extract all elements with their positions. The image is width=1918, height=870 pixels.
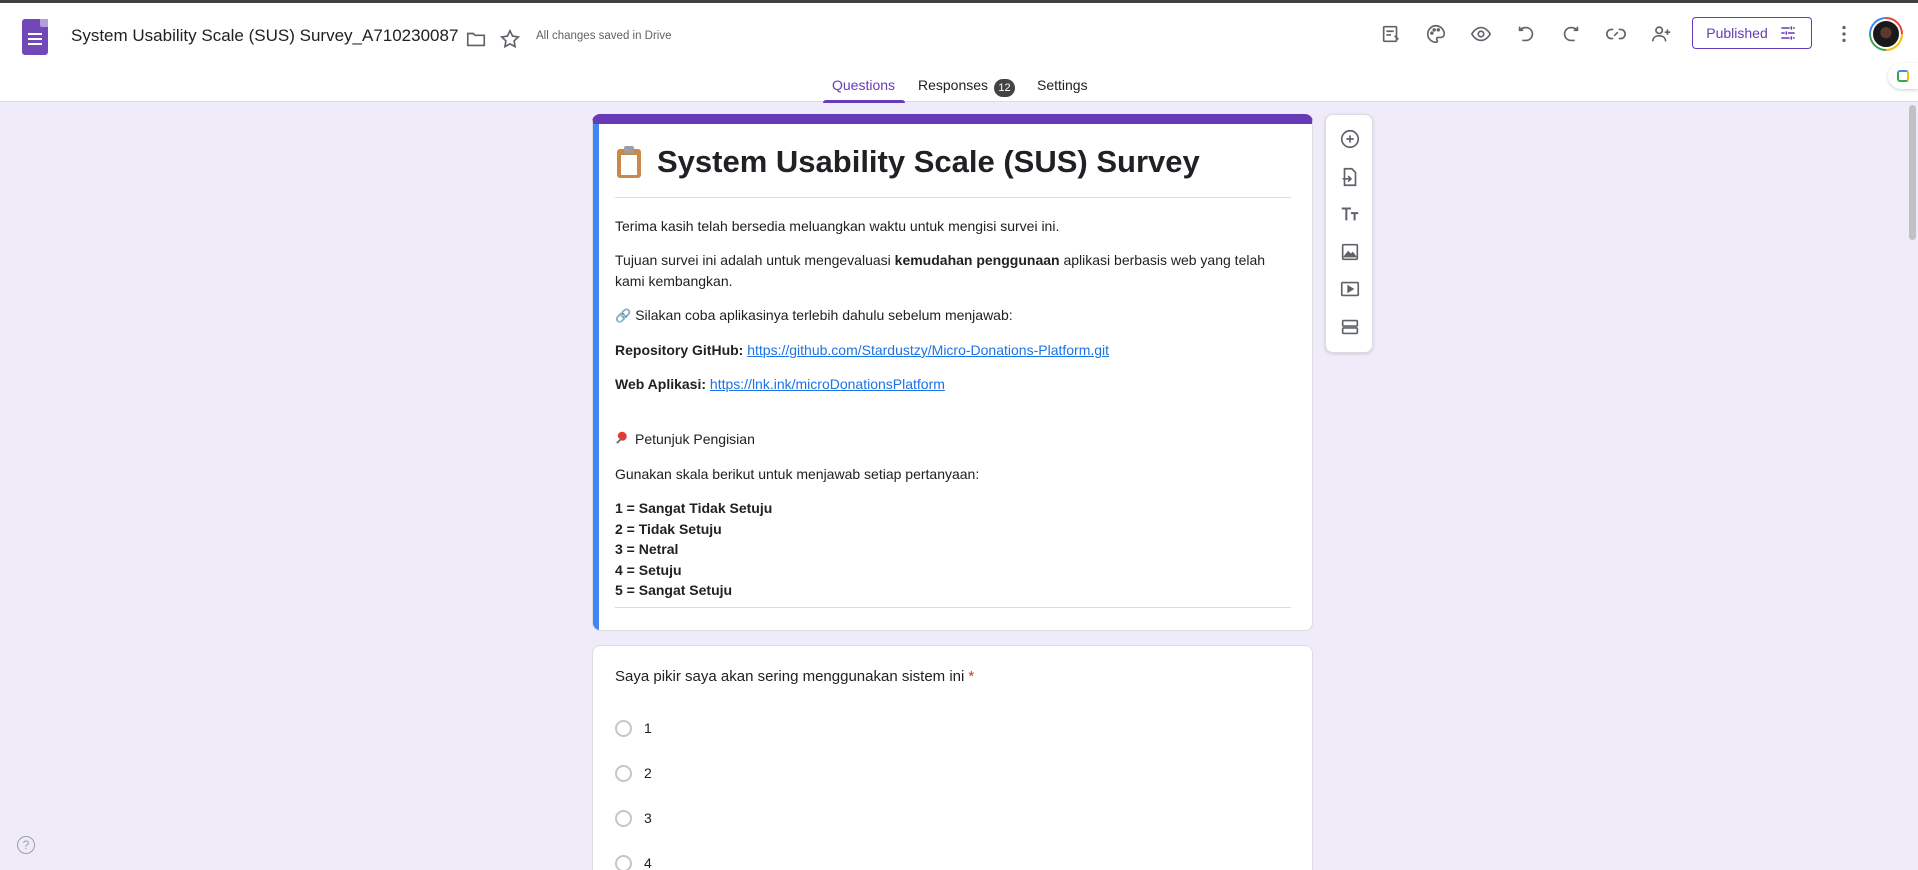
preview-icon[interactable] — [1463, 16, 1499, 52]
document-title[interactable]: System Usability Scale (SUS) Survey_A710… — [71, 26, 458, 46]
page-scrollbar[interactable] — [1907, 103, 1918, 870]
redo-icon[interactable] — [1553, 16, 1589, 52]
clipboard-emoji-icon — [615, 145, 643, 179]
help-icon[interactable]: ? — [17, 836, 35, 854]
radio-button[interactable] — [615, 854, 632, 870]
desc-purpose: Tujuan survei ini adalah untuk mengevalu… — [615, 252, 1266, 289]
add-collaborator-icon[interactable] — [1643, 16, 1679, 52]
star-icon[interactable] — [492, 21, 528, 57]
radio-button[interactable] — [615, 719, 632, 737]
form-title-text: System Usability Scale (SUS) Survey — [657, 144, 1200, 179]
scale-item: 5 = Sangat Setuju — [615, 582, 733, 598]
published-button[interactable]: Published — [1692, 17, 1812, 49]
tab-responses[interactable]: Responses — [918, 77, 988, 93]
header: System Usability Scale (SUS) Survey_A710… — [0, 3, 1918, 103]
desc-try-app: 🔗 Silakan coba aplikasinya terlebih dahul… — [615, 305, 1291, 326]
scale-item: 4 = Setuju — [615, 561, 682, 578]
customize-theme-icon[interactable] — [1373, 16, 1409, 52]
form-header-card[interactable]: System Usability Scale (SUS) Survey Teri… — [592, 114, 1313, 631]
tab-bar: Questions Responses 12 Settings — [0, 71, 1918, 103]
add-question-icon[interactable] — [1332, 121, 1368, 157]
tune-icon — [1781, 26, 1795, 40]
desc-purpose-bold: kemudahan penggunaan — [894, 252, 1060, 268]
add-video-icon[interactable] — [1332, 271, 1368, 307]
add-image-icon[interactable] — [1332, 234, 1368, 270]
scale-list: 1 = Sangat Tidak Setuju 2 = Tidak Setuju… — [615, 498, 1291, 601]
add-section-icon[interactable] — [1332, 309, 1368, 345]
link-emoji-icon: 🔗 — [615, 308, 632, 323]
repo-link[interactable]: https://github.com/Stardustzy/Micro-Dona… — [747, 342, 1109, 358]
forms-logo-icon[interactable] — [22, 19, 48, 55]
import-questions-icon[interactable] — [1332, 159, 1368, 195]
scrollbar-thumb[interactable] — [1909, 105, 1916, 240]
radio-button[interactable] — [615, 809, 632, 827]
form-title[interactable]: System Usability Scale (SUS) Survey — [615, 144, 1200, 180]
undo-icon[interactable] — [1508, 16, 1544, 52]
title-divider — [615, 197, 1291, 198]
description-divider — [615, 607, 1291, 608]
question-card[interactable]: Saya pikir saya akan sering menggunakan … — [592, 645, 1313, 870]
link-icon[interactable] — [1598, 16, 1634, 52]
responses-count-badge: 12 — [994, 79, 1015, 97]
radio-option[interactable]: 2 — [615, 763, 652, 783]
scale-item: 3 = Netral — [615, 541, 679, 557]
radio-option[interactable]: 1 — [615, 718, 652, 738]
instructions-text: Gunakan skala berikut untuk menjawab set… — [615, 466, 980, 482]
question-title: Saya pikir saya akan sering menggunakan … — [615, 668, 975, 685]
radio-option[interactable]: 3 — [615, 808, 652, 828]
tab-active-indicator — [823, 100, 905, 103]
folder-icon[interactable] — [458, 21, 494, 57]
add-title-icon[interactable] — [1332, 196, 1368, 232]
selected-card-accent — [593, 124, 599, 630]
published-label: Published — [1706, 25, 1768, 41]
radio-button[interactable] — [615, 764, 632, 782]
avatar[interactable] — [1869, 17, 1903, 51]
web-app-link[interactable]: https://lnk.ink/microDonationsPlatform — [710, 376, 945, 392]
scale-item: 2 = Tidak Setuju — [615, 520, 722, 537]
pushpin-emoji-icon — [615, 432, 629, 446]
save-status: All changes saved in Drive — [536, 30, 672, 42]
tab-questions[interactable]: Questions — [832, 77, 895, 93]
radio-option[interactable]: 4 — [615, 853, 652, 870]
palette-icon[interactable] — [1418, 16, 1454, 52]
desc-web-app: Web Aplikasi: https://lnk.ink/microDonat… — [615, 376, 945, 392]
scale-item: 1 = Sangat Tidak Setuju — [615, 500, 773, 516]
desc-thanks: Terima kasih telah bersedia meluangkan w… — [615, 218, 1060, 234]
instructions-heading: Petunjuk Pengisian — [615, 429, 1291, 450]
desc-repo: Repository GitHub: https://github.com/St… — [615, 342, 1110, 358]
floating-toolbar — [1325, 114, 1373, 353]
required-asterisk: * — [968, 668, 975, 685]
more-vert-icon[interactable] — [1826, 16, 1862, 52]
tab-settings[interactable]: Settings — [1037, 77, 1088, 93]
